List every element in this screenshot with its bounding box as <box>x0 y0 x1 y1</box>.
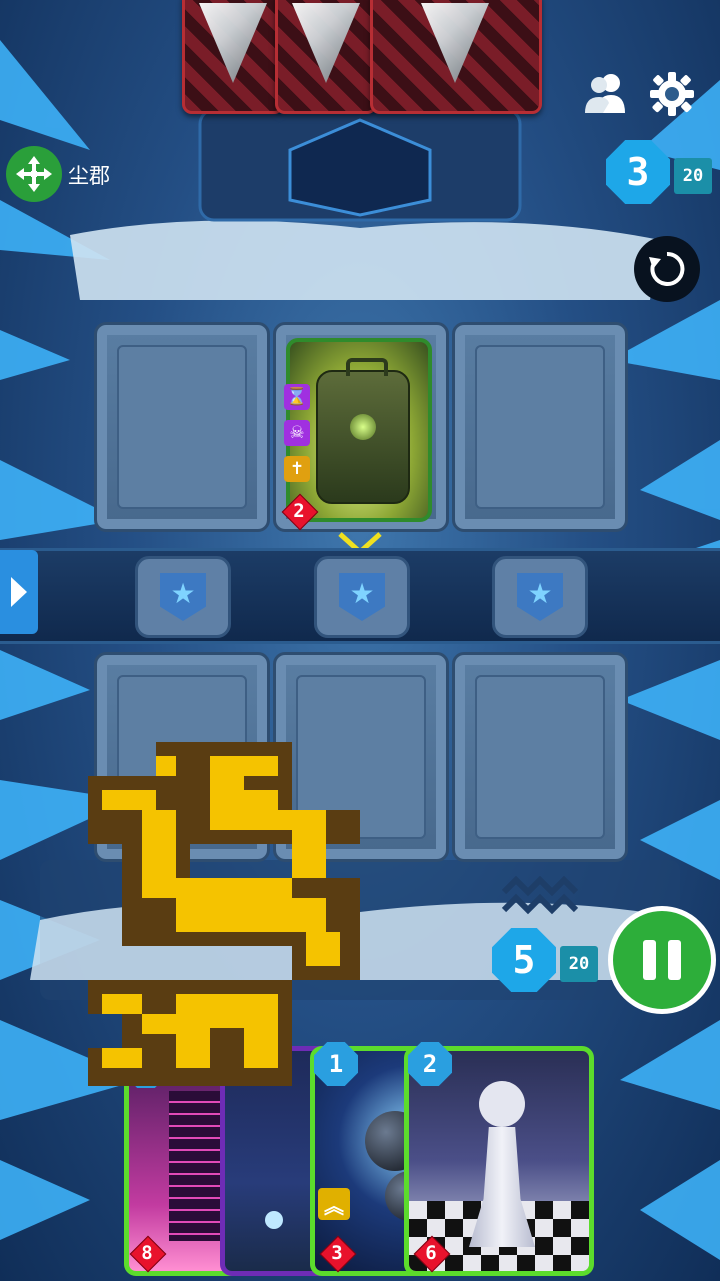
lane-shield-right[interactable]: ★ <box>492 556 588 638</box>
star-icon: ★ <box>517 573 563 621</box>
opponent-slot-right[interactable] <box>452 322 628 532</box>
opponent-card-back <box>182 0 284 114</box>
opponent-slot-left[interactable] <box>94 322 270 532</box>
skull-icon: ☠ <box>284 420 310 446</box>
double-chevron-up-icon: ︽ <box>318 1188 350 1220</box>
played-card-power: 2 <box>282 494 316 528</box>
player-deck-count: 20 <box>560 946 598 982</box>
pawn-body-art <box>469 1127 535 1247</box>
move-arrows-icon[interactable] <box>6 146 62 202</box>
pawn-head-art <box>479 1081 525 1127</box>
cross-icon: ✝ <box>284 456 310 482</box>
friends-icon[interactable] <box>582 70 630 116</box>
wave-icon <box>502 876 578 915</box>
orb-art <box>265 1211 283 1229</box>
game-board: 尘郡 3 20 ⌛ ☠ ✝ 2 ★ ★ ★ 5 20 8 1 ︽ 3 2 6 <box>0 0 720 1281</box>
pause-button[interactable] <box>608 906 716 1014</box>
lane-shield-left[interactable]: ★ <box>135 556 231 638</box>
opponent-card-back <box>370 0 542 114</box>
hand-card-1-power: 8 <box>130 1236 164 1270</box>
player-name: 尘郡 <box>68 164 110 188</box>
suitcase-art <box>316 358 410 504</box>
opponent-card-back <box>275 0 377 114</box>
player-slot-right[interactable] <box>452 652 628 862</box>
refresh-icon <box>649 251 685 286</box>
hourglass-icon: ⌛ <box>284 384 310 410</box>
hand-card-3-power: 3 <box>320 1236 354 1270</box>
undo-button[interactable] <box>634 236 700 302</box>
opponent-deck-count: 20 <box>674 158 712 194</box>
chevron-right-icon <box>11 577 27 607</box>
settings-gear-icon[interactable] <box>648 70 696 118</box>
pixel-glyph-overlay <box>88 742 360 1086</box>
star-icon: ★ <box>339 573 385 621</box>
lane-shield-center[interactable]: ★ <box>314 556 410 638</box>
side-panel-tab[interactable] <box>0 550 38 634</box>
hand-card-4-power: 6 <box>414 1236 448 1270</box>
star-icon: ★ <box>160 573 206 621</box>
